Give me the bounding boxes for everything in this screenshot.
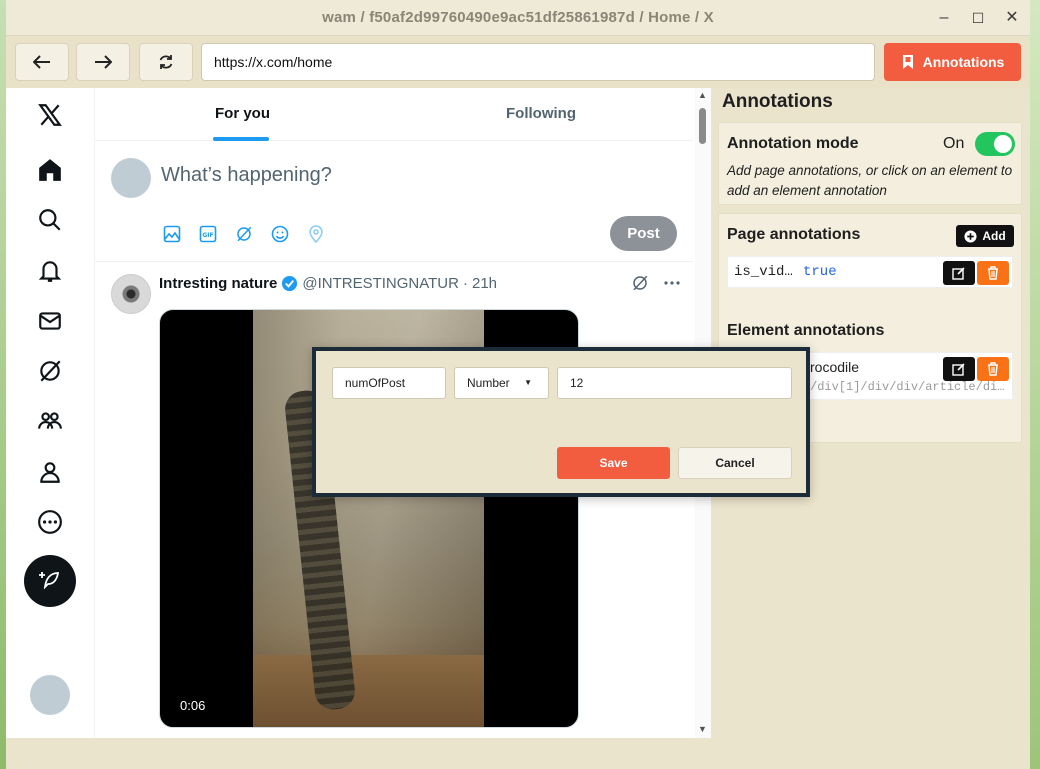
edit-annotation-button[interactable] (943, 261, 975, 285)
image-icon[interactable] (161, 223, 183, 245)
back-button[interactable] (15, 43, 69, 81)
post-header: Intresting nature @INTRESTINGNATUR · 21h (159, 275, 497, 292)
annotation-type-value: Number (467, 376, 510, 390)
composer-toolbar: GIF (161, 223, 327, 245)
window-title: wam / f50af2d99760490e9ac51df25861987d /… (322, 9, 714, 26)
verified-badge-icon (282, 275, 298, 292)
edit-annotation-button[interactable] (943, 357, 975, 381)
bell-icon[interactable] (32, 253, 68, 289)
bookmark-icon (902, 55, 913, 69)
annotation-value-input[interactable]: 12 (557, 367, 792, 399)
element-annotation-xpath: /div[1]/div/div/article/di… (810, 380, 1005, 394)
delete-annotation-button[interactable] (977, 261, 1009, 285)
video-water (253, 655, 484, 727)
more-icon[interactable] (32, 504, 68, 540)
save-button[interactable]: Save (557, 447, 670, 479)
annotations-button[interactable]: Annotations (884, 43, 1021, 81)
more-options-icon[interactable] (663, 274, 681, 292)
close-window-button[interactable]: ✕ (1000, 6, 1024, 30)
x-logo-icon[interactable] (32, 97, 68, 133)
post-button[interactable]: Post (610, 216, 677, 251)
element-annotations-title: Element annotations (727, 322, 885, 339)
scroll-up-icon[interactable]: ▲ (698, 90, 707, 100)
add-label: Add (982, 229, 1006, 243)
post-time[interactable]: 21h (472, 275, 497, 292)
browser-toolbar: https://x.com/home Annotations (6, 36, 1030, 88)
compose-input[interactable]: What’s happening? (161, 164, 332, 187)
annotation-mode-state: On (943, 135, 965, 152)
tab-for-you[interactable]: For you (215, 105, 270, 122)
active-tab-indicator (213, 137, 269, 141)
browser-window: wam / f50af2d99760490e9ac51df25861987d /… (6, 0, 1030, 769)
desktop-background-right (1030, 0, 1040, 769)
composer-avatar (111, 158, 151, 198)
tab-following[interactable]: Following (506, 105, 576, 122)
home-icon[interactable] (32, 152, 68, 188)
x-left-nav (6, 88, 95, 738)
maximize-button[interactable]: ☐ (966, 6, 990, 30)
annotations-button-label: Annotations (922, 54, 1005, 70)
annotation-dialog: numOfPost Number ▼ 12 Save Cancel (312, 347, 810, 497)
post-header-actions (631, 274, 681, 292)
page-annotations-title: Page annotations (727, 226, 861, 243)
annotation-mode-label: Annotation mode (727, 135, 859, 152)
edit-icon (952, 267, 965, 280)
caret-down-icon: ▼ (524, 378, 532, 387)
trash-icon (988, 266, 998, 280)
url-bar[interactable]: https://x.com/home (201, 43, 875, 81)
add-page-annotation-button[interactable]: Add (956, 225, 1014, 247)
profile-icon[interactable] (32, 454, 68, 490)
trash-icon (988, 362, 998, 376)
annotation-key-input[interactable]: numOfPost (332, 367, 446, 399)
grok-icon[interactable] (631, 274, 649, 292)
status-bar (6, 738, 718, 769)
grok-icon[interactable] (233, 223, 255, 245)
svg-text:GIF: GIF (202, 232, 213, 239)
minimize-button[interactable]: – (932, 6, 956, 30)
mail-icon[interactable] (32, 303, 68, 339)
separator-dot: · (462, 275, 468, 292)
grok-icon[interactable] (32, 353, 68, 389)
gif-icon[interactable]: GIF (197, 223, 219, 245)
account-avatar[interactable] (30, 675, 70, 715)
timeline-tabs: For you Following (95, 88, 693, 141)
title-bar: wam / f50af2d99760490e9ac51df25861987d /… (6, 0, 1030, 36)
toggle-knob (994, 135, 1012, 153)
emoji-icon[interactable] (269, 223, 291, 245)
location-icon[interactable] (305, 223, 327, 245)
annotation-mode-hint: Add page annotations, or click on an ele… (727, 163, 1013, 198)
video-duration: 0:06 (180, 698, 206, 713)
divider (95, 261, 693, 262)
reload-button[interactable] (139, 43, 193, 81)
compose-post-button[interactable] (24, 555, 76, 607)
reload-icon (159, 55, 173, 69)
search-icon[interactable] (32, 202, 68, 238)
post-author-avatar[interactable] (111, 274, 151, 314)
delete-annotation-button[interactable] (977, 357, 1009, 381)
arrow-left-icon (33, 55, 50, 69)
panel-title: Annotations (722, 91, 833, 112)
arrow-right-icon (95, 55, 112, 69)
feather-plus-icon (39, 572, 60, 590)
post-author-name[interactable]: Intresting nature (159, 275, 277, 292)
post-author-handle[interactable]: @INTRESTINGNATUR (302, 275, 459, 292)
plus-circle-icon (964, 229, 977, 243)
annotation-value: true (803, 264, 837, 280)
annotation-mode-card: Annotation mode On Add page annotations,… (718, 122, 1022, 205)
communities-icon[interactable] (32, 403, 68, 439)
annotation-type-select[interactable]: Number ▼ (454, 367, 549, 399)
element-annotation-name: rocodile (810, 359, 860, 375)
scroll-down-icon[interactable]: ▼ (698, 724, 707, 734)
edit-icon (952, 363, 965, 376)
scroll-thumb[interactable] (699, 108, 706, 144)
forward-button[interactable] (76, 43, 130, 81)
annotation-key: is_vid… (734, 264, 793, 280)
annotation-mode-toggle[interactable] (975, 132, 1015, 156)
cancel-button[interactable]: Cancel (678, 447, 792, 479)
page-annotation-row: is_vid… true (727, 256, 1013, 288)
